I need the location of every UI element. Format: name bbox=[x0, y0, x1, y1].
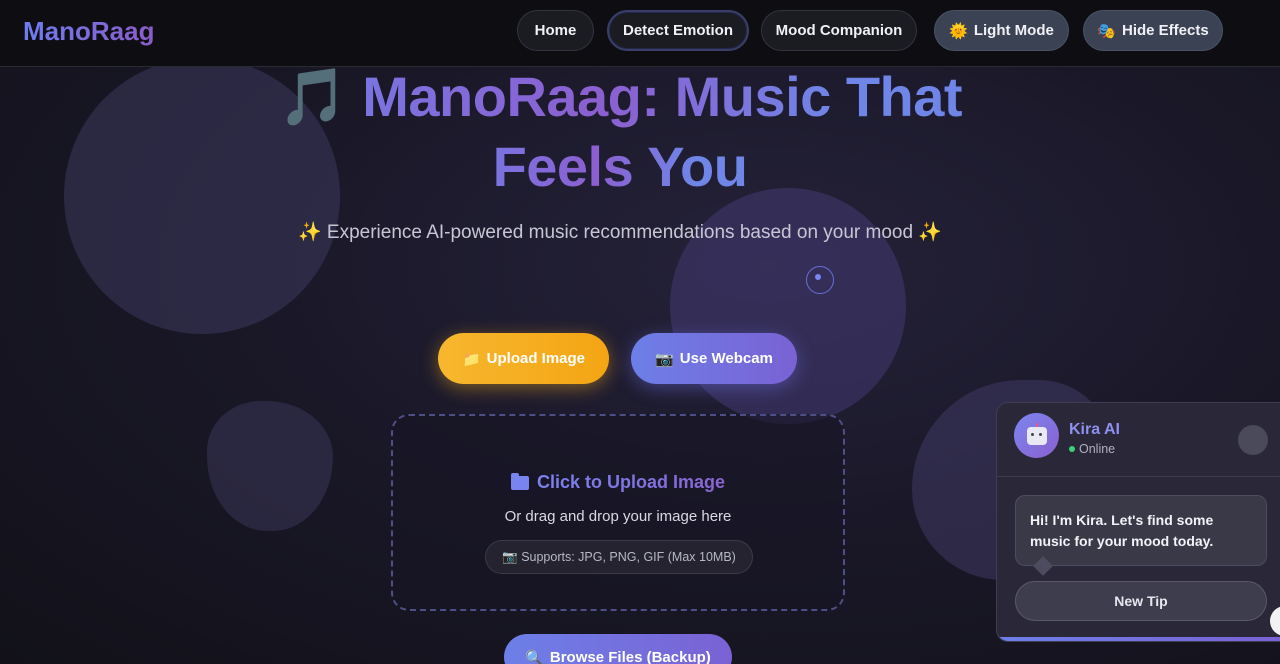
decorative-blob bbox=[207, 401, 333, 531]
chat-status-label: Online bbox=[1079, 442, 1116, 456]
decorative-ring bbox=[806, 266, 834, 294]
avatar bbox=[1014, 413, 1059, 458]
use-webcam-button[interactable]: 📷 Use Webcam bbox=[631, 333, 797, 384]
robot-icon bbox=[1026, 422, 1047, 445]
brand-logo[interactable]: ManoRaag bbox=[23, 16, 154, 47]
upload-image-button[interactable]: 📁 Upload Image bbox=[438, 333, 609, 384]
light-mode-label: Light Mode bbox=[973, 22, 1054, 39]
nav-home-button[interactable]: Home bbox=[517, 10, 594, 51]
page-subtitle: ✨ Experience AI-powered music recommenda… bbox=[297, 222, 942, 243]
folder-icon: 📁 bbox=[461, 350, 481, 368]
chat-header: Kira AI Online bbox=[997, 403, 1280, 477]
chat-message: Hi! I'm Kira. Let's find some music for … bbox=[1015, 495, 1267, 566]
browse-files-button[interactable]: 🔍 Browse Files (Backup) bbox=[504, 634, 732, 664]
sun-icon: 🌞 bbox=[949, 22, 968, 40]
navbar: ManoRaag Home Detect Emotion Mood Compan… bbox=[0, 0, 1280, 67]
hide-effects-label: Hide Effects bbox=[1121, 22, 1209, 39]
online-status-icon bbox=[1069, 446, 1075, 452]
page-title: 🎵 ManoRaag: Music That Feels You bbox=[230, 62, 1010, 202]
title-line-1: ManoRaag: Music That bbox=[362, 65, 963, 128]
camera-icon: 📷 bbox=[655, 350, 674, 368]
close-chat-button[interactable] bbox=[1238, 425, 1268, 455]
chat-bot-name: Kira AI bbox=[1069, 421, 1120, 438]
music-note-icon: 🎵 bbox=[277, 65, 348, 128]
new-tip-button[interactable]: New Tip bbox=[1015, 581, 1267, 621]
theater-masks-icon: 🎭 bbox=[1097, 22, 1116, 40]
magnifier-icon: 🔍 bbox=[525, 650, 544, 664]
title-line-2: Feels You bbox=[492, 135, 748, 198]
nav-mood-companion-button[interactable]: Mood Companion bbox=[761, 10, 917, 51]
dropzone-subtitle: Or drag and drop your image here bbox=[504, 508, 732, 525]
use-webcam-label: Use Webcam bbox=[679, 350, 773, 367]
image-dropzone[interactable]: Click to Upload Image Or drag and drop y… bbox=[391, 414, 845, 611]
light-mode-button[interactable]: 🌞 Light Mode bbox=[934, 10, 1069, 51]
browse-files-label: Browse Files (Backup) bbox=[549, 649, 711, 664]
chat-progress-bar bbox=[997, 637, 1280, 641]
chat-status: Online bbox=[1069, 442, 1115, 456]
upload-image-label: Upload Image bbox=[486, 350, 586, 367]
supported-formats-badge: 📷 Supports: JPG, PNG, GIF (Max 10MB) bbox=[485, 540, 753, 574]
chat-widget: Kira AI Online Hi! I'm Kira. Let's find … bbox=[996, 402, 1280, 642]
nav-detect-emotion-button[interactable]: Detect Emotion bbox=[607, 10, 749, 51]
folder-icon bbox=[510, 472, 529, 490]
dropzone-title-text: Click to Upload Image bbox=[536, 472, 726, 492]
hide-effects-button[interactable]: 🎭 Hide Effects bbox=[1083, 10, 1223, 51]
dropzone-title[interactable]: Click to Upload Image bbox=[393, 472, 843, 493]
